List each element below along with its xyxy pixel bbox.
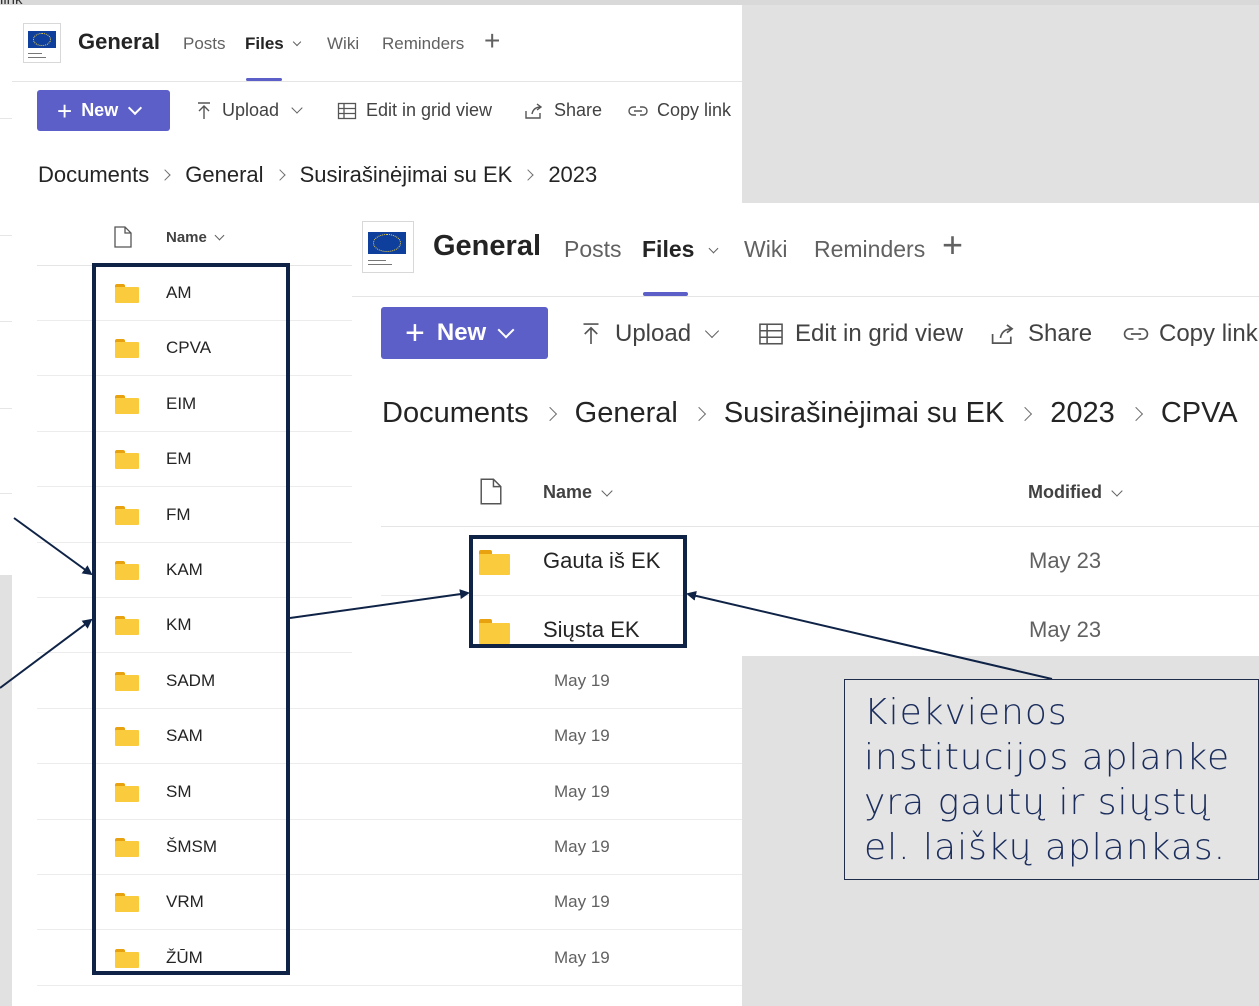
arrow-from-callout bbox=[686, 590, 1053, 680]
callout-line-4: el. laiškų aplankas. bbox=[864, 827, 1227, 868]
arrow-to-folders-1 bbox=[13, 517, 93, 576]
callout-box: Kiekvienos institucijos aplanke yra gaut… bbox=[844, 679, 1259, 880]
arrow-to-folders-2 bbox=[0, 618, 93, 689]
callout-line-3: yra gautų ir siųstų bbox=[864, 782, 1211, 823]
callout-line-1: Kiekvienos bbox=[864, 692, 1068, 733]
callout-line-2: institucijos aplanke bbox=[864, 737, 1231, 778]
arrow-to-subfolders bbox=[289, 589, 470, 619]
